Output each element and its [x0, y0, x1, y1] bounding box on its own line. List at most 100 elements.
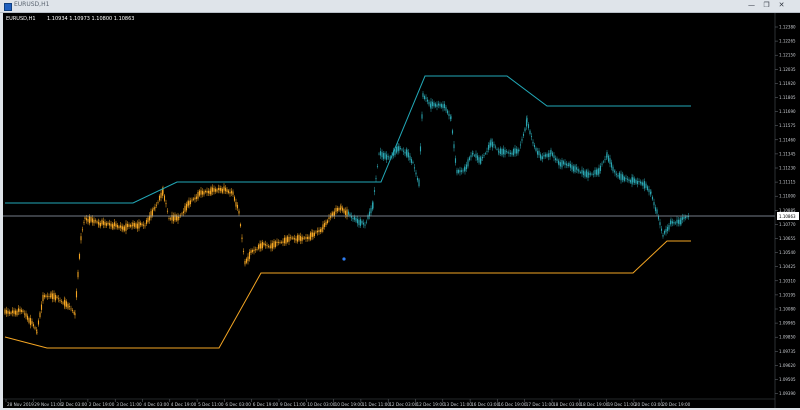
candle-body — [335, 207, 337, 212]
price-tick-label: 1.10425 — [779, 264, 796, 269]
candle-body — [220, 188, 222, 192]
candle-body — [529, 130, 531, 135]
date-tick-label: 18 Dec 19:00 — [580, 402, 608, 407]
candle-body — [37, 320, 40, 325]
date-tick-label: 6 Dec 19:00 — [253, 402, 279, 407]
chart-canvas[interactable]: EURUSD,H1 1.10934 1.10973 1.10800 1.1086… — [3, 13, 800, 408]
candle-body — [224, 187, 227, 192]
candle-body — [312, 232, 314, 237]
candle-body — [522, 133, 525, 136]
candle-body — [267, 246, 270, 247]
candle-body — [579, 172, 582, 173]
candle-body — [116, 225, 119, 228]
candle-body — [556, 158, 558, 161]
price-tick-label: 1.10540 — [779, 250, 796, 255]
close-icon[interactable]: ✕ — [776, 1, 787, 10]
candle-body — [217, 188, 220, 190]
candle-body — [169, 218, 172, 220]
candle-body — [259, 243, 261, 249]
candle-body — [250, 250, 252, 254]
candle-body — [614, 172, 616, 174]
date-tick-label: 12 Dec 03:00 — [389, 402, 417, 407]
candle-body — [20, 309, 23, 312]
candle-body — [129, 224, 132, 227]
candle-body — [181, 213, 183, 215]
candle-body — [571, 165, 573, 170]
candle-body — [509, 152, 512, 155]
candle-body — [607, 155, 610, 162]
candle-body — [78, 254, 81, 259]
candle-body — [285, 237, 287, 244]
candle-body — [248, 251, 251, 259]
candle-body — [274, 241, 277, 247]
date-tick-label: 5 Dec 11:00 — [198, 402, 224, 407]
candle-body — [428, 101, 430, 105]
candle-body — [151, 209, 154, 216]
candle-body — [484, 153, 487, 155]
candle-body — [588, 173, 590, 175]
date-tick-label: 2 Dec 03:00 — [62, 402, 88, 407]
candle-body — [271, 243, 274, 249]
candle-body — [433, 102, 435, 107]
candle-body — [165, 203, 167, 205]
candle-body — [470, 155, 472, 158]
candle-body — [62, 302, 64, 304]
candle-body — [540, 156, 542, 160]
candle-body — [39, 312, 41, 318]
candle-body — [494, 146, 497, 148]
candle-body — [50, 292, 52, 298]
candle-body — [453, 144, 455, 149]
candle-body — [421, 114, 423, 119]
candle-body — [242, 250, 245, 252]
candle-body — [512, 149, 515, 156]
date-tick-label: 9 Dec 11:00 — [280, 402, 306, 407]
candle-body — [232, 191, 234, 195]
candle-body — [147, 217, 149, 223]
price-tick-label: 1.11345 — [779, 151, 796, 156]
price-tick-label: 1.09620 — [779, 363, 796, 368]
candle-body — [464, 167, 466, 172]
candle-body — [98, 222, 100, 226]
price-tick-label: 1.11115 — [779, 180, 796, 185]
candle-body — [551, 152, 554, 156]
candle-body — [493, 144, 495, 146]
candle-body — [241, 237, 243, 240]
candle-body — [418, 179, 420, 187]
candle-body — [521, 139, 523, 141]
candle-body — [409, 155, 411, 161]
candle-body — [108, 223, 111, 226]
candle-body — [442, 104, 444, 109]
price-axis: 1.12380 1.12265 1.12150 1.12035 1.11920 1.118… — [774, 13, 800, 408]
candle-body — [541, 156, 544, 159]
candle-body — [585, 170, 588, 177]
minimize-icon[interactable]: — — [746, 1, 757, 10]
candle-body — [338, 207, 340, 211]
price-tick-label: 1.11690 — [779, 109, 796, 114]
candle-body — [93, 219, 95, 224]
candle-body — [623, 177, 626, 181]
candle-body — [81, 229, 84, 231]
candle-body — [686, 216, 688, 218]
candle-body — [487, 144, 490, 150]
candle-body — [5, 310, 8, 314]
candle-body — [595, 169, 598, 175]
candle-body — [538, 150, 540, 156]
candle-body — [280, 241, 283, 243]
candle-body — [361, 221, 363, 224]
candle-body — [415, 172, 417, 175]
candle-body — [486, 150, 488, 152]
restore-icon[interactable]: ❐ — [761, 1, 772, 10]
candle-body — [235, 202, 237, 207]
candle-body — [153, 207, 155, 210]
candle-body — [341, 207, 344, 211]
candle-body — [236, 204, 239, 209]
candle-body — [504, 149, 506, 155]
candle-body — [26, 315, 29, 320]
title-bar[interactable]: EURUSD,H1 — ❐ ✕ — [0, 0, 800, 13]
candle-body — [454, 158, 457, 163]
candle-body — [565, 163, 568, 166]
candle-body — [368, 211, 371, 216]
candle-body — [651, 196, 654, 200]
candle-body — [347, 211, 350, 215]
candle-body — [40, 304, 43, 310]
